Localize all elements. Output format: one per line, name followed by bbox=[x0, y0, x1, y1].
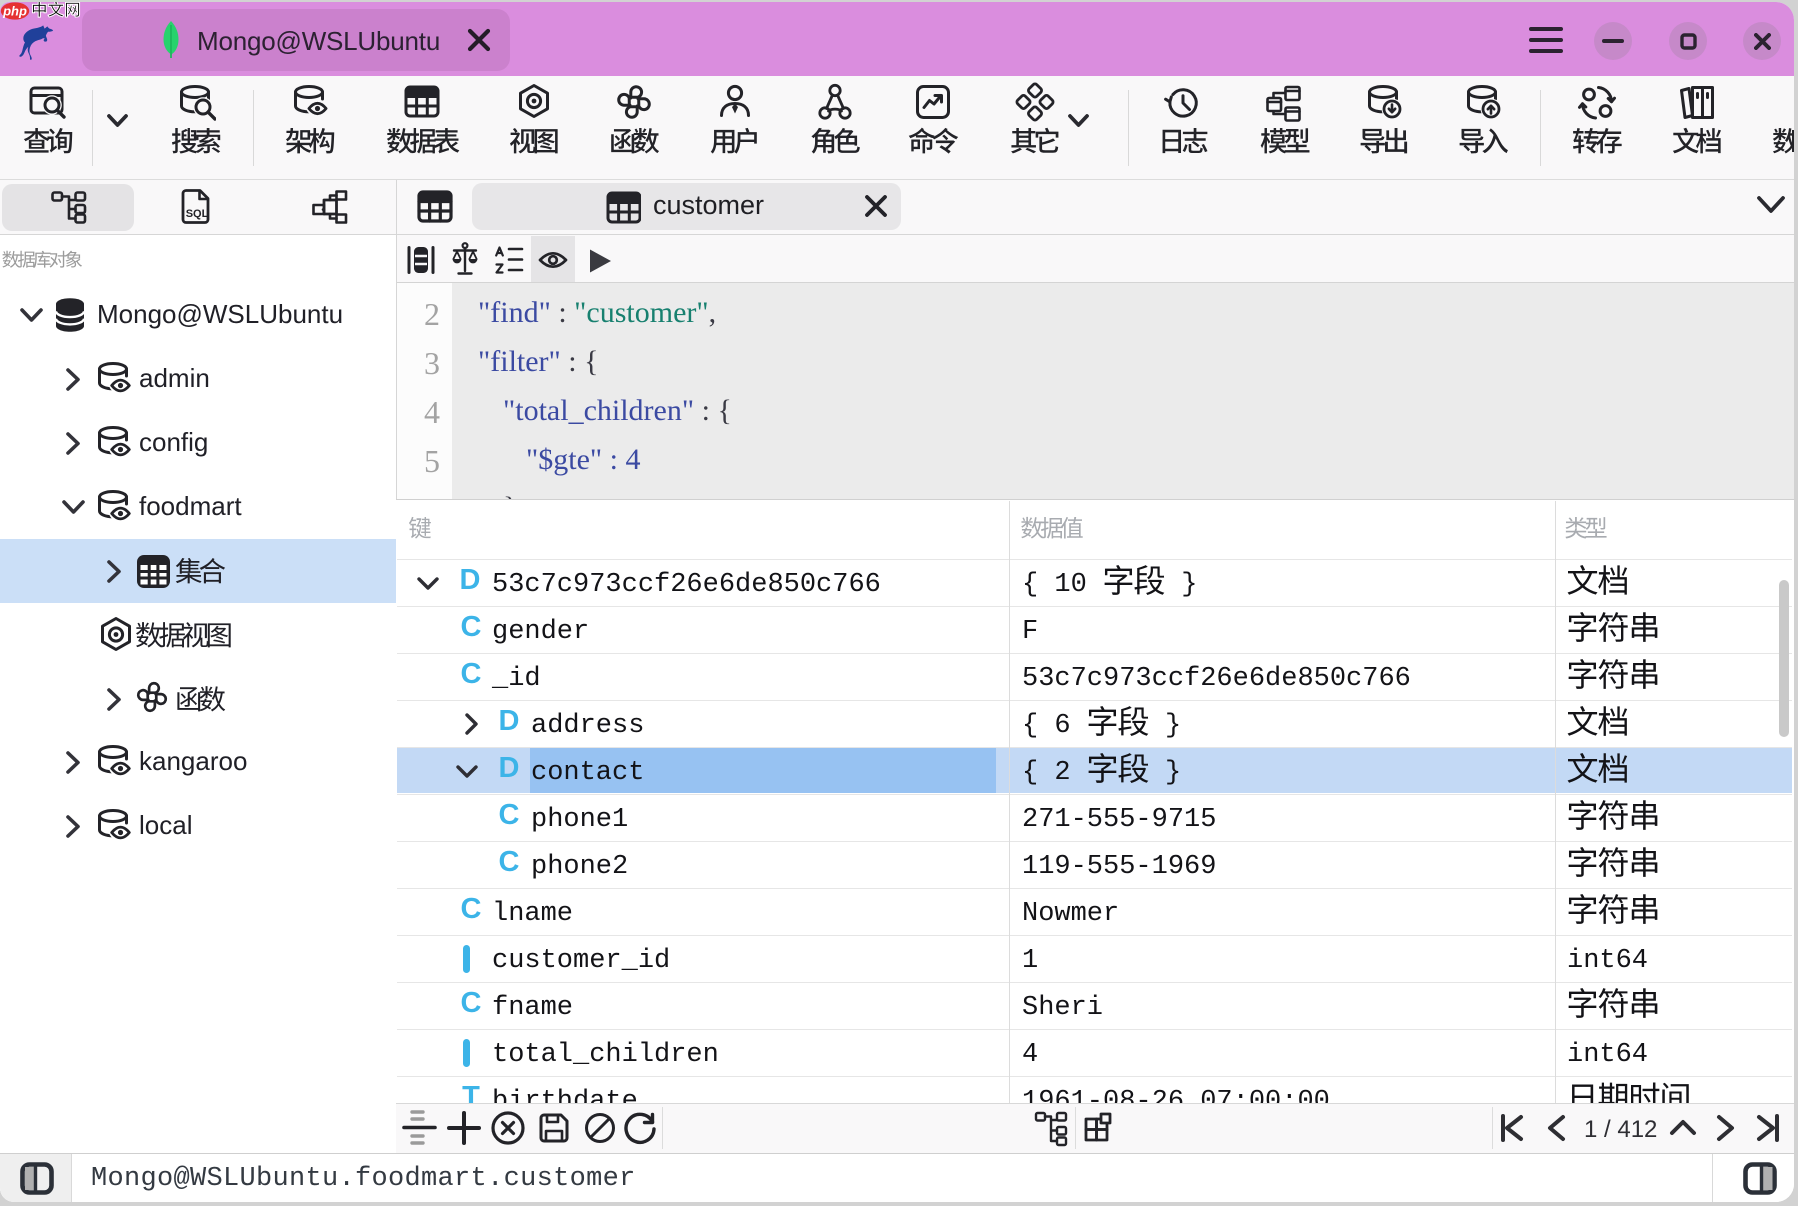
svg-text:SQL: SQL bbox=[186, 208, 209, 220]
svg-text:php: php bbox=[2, 4, 27, 19]
